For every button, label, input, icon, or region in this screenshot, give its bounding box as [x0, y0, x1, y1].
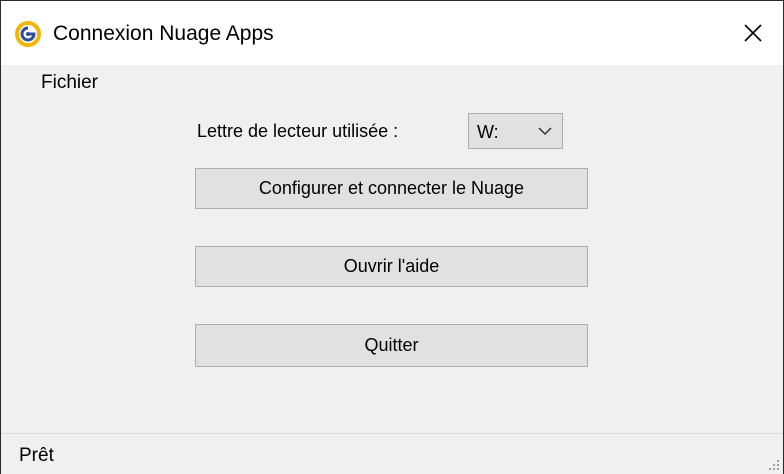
quit-button[interactable]: Quitter	[195, 324, 588, 367]
close-button[interactable]	[723, 1, 783, 65]
close-icon	[744, 24, 762, 42]
resize-grip-icon[interactable]	[765, 456, 781, 472]
configure-connect-button[interactable]: Configurer et connecter le Nuage	[195, 168, 588, 209]
drive-letter-label: Lettre de lecteur utilisée :	[197, 121, 399, 141]
menu-fichier[interactable]: Fichier	[31, 70, 108, 96]
window-title: Connexion Nuage Apps	[53, 22, 274, 45]
app-window: Connexion Nuage Apps Fichier Lettre de l…	[0, 0, 784, 474]
status-text: Prêt	[19, 445, 54, 466]
drive-letter-select[interactable]: W:	[468, 113, 563, 149]
title-bar[interactable]: Connexion Nuage Apps	[1, 1, 783, 65]
chevron-down-icon	[538, 127, 552, 136]
drive-letter-value: W:	[477, 122, 499, 142]
status-bar: Prêt	[1, 433, 783, 474]
open-help-button[interactable]: Ouvrir l'aide	[195, 246, 588, 287]
menu-bar: Fichier	[1, 65, 783, 101]
nuage-apps-logo-icon	[15, 21, 41, 47]
